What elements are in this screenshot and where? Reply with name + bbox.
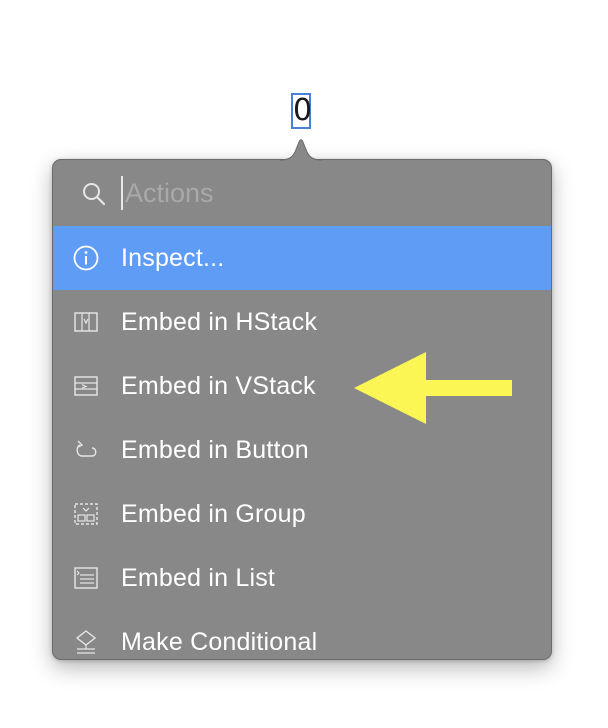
hstack-icon [74, 312, 98, 332]
search-icon [83, 183, 106, 206]
menu-item-label: Embed in List [121, 563, 276, 592]
info-circle-icon [73, 245, 99, 271]
selected-element-text: 0 [293, 93, 313, 128]
conditional-icon [75, 630, 97, 654]
menu-item-label: Embed in HStack [121, 307, 318, 336]
menu-item-label: Inspect... [121, 243, 225, 272]
annotation-arrow-icon [354, 352, 512, 424]
selected-text-element[interactable]: 0 [291, 93, 313, 129]
menu-item-embed-group[interactable]: Embed in Group [53, 482, 551, 546]
button-embed-icon [76, 440, 97, 457]
menu-item-label: Embed in Button [121, 435, 309, 464]
search-row [53, 160, 551, 226]
menu-item-embed-hstack[interactable]: Embed in HStack [53, 290, 551, 354]
vstack-icon [74, 376, 98, 396]
menu-item-embed-list[interactable]: Embed in List [53, 546, 551, 610]
popover-pointer [280, 139, 322, 161]
menu-item-label: Embed in VStack [121, 371, 316, 400]
actions-menu-list: Inspect... Embed in HStack Embed in VSta… [53, 226, 551, 659]
group-icon [74, 503, 98, 525]
menu-item-inspect[interactable]: Inspect... [53, 226, 551, 290]
menu-item-label: Embed in Group [121, 499, 306, 528]
menu-item-embed-button[interactable]: Embed in Button [53, 418, 551, 482]
menu-item-label: Make Conditional [121, 627, 318, 656]
menu-item-make-conditional[interactable]: Make Conditional [53, 610, 551, 659]
list-icon [74, 567, 98, 589]
canvas: 0 Inspect... [0, 0, 608, 728]
actions-search-input[interactable] [121, 176, 525, 210]
